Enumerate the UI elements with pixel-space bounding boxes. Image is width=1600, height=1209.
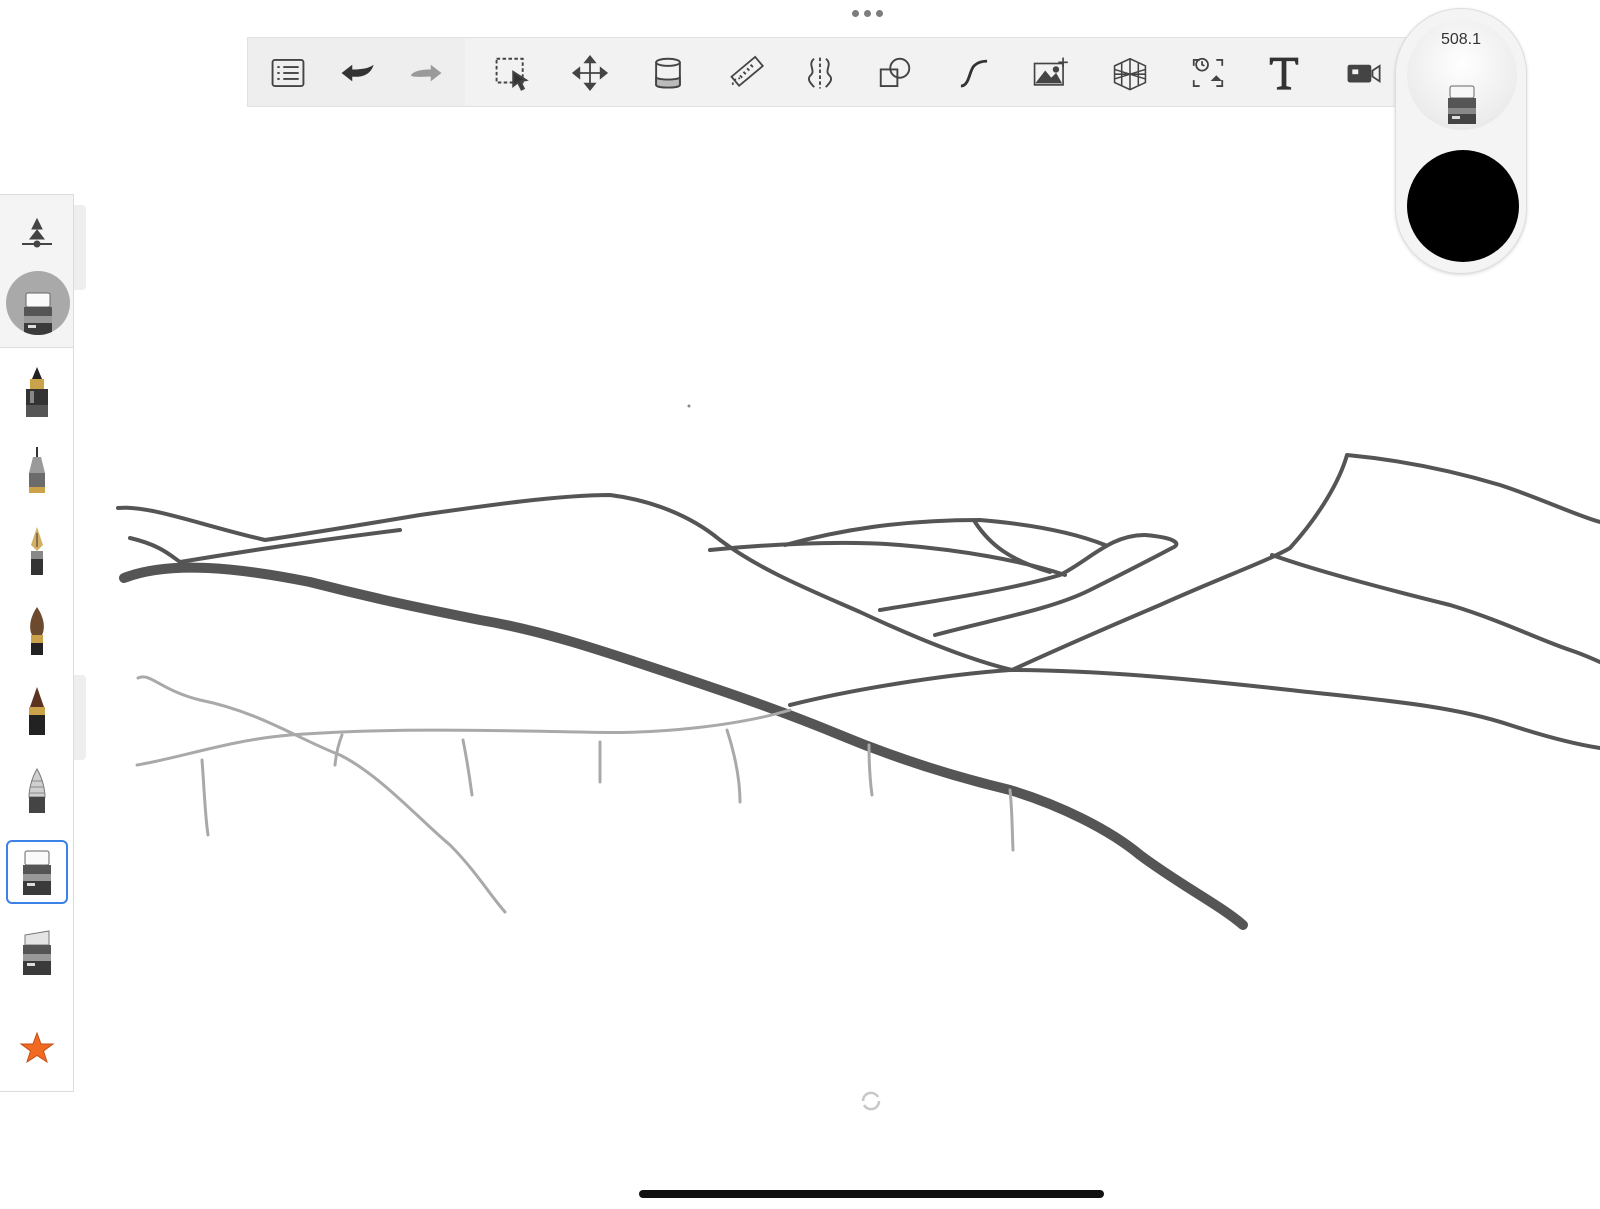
insert-image-button[interactable] (1027, 50, 1073, 96)
fill-bucket-icon (655, 57, 681, 89)
main-toolbar (247, 37, 1413, 107)
current-brush-button[interactable] (6, 271, 70, 335)
stroke-ridge-foreground (878, 533, 1179, 637)
stroke-fence-rail (135, 708, 792, 767)
stroke-mountain-left-2 (128, 528, 402, 564)
brush-settings-area (0, 195, 73, 348)
paint-brush-icon (30, 607, 44, 655)
brush-marker[interactable] (6, 680, 68, 744)
stroke-fence-post-5 (725, 728, 742, 804)
stroke-mountain-right (1010, 453, 1600, 672)
sync-spinner-icon (861, 1091, 881, 1111)
fill-button[interactable] (645, 50, 691, 96)
stroke-ridge-middle (708, 540, 1067, 577)
symmetry-button[interactable] (797, 50, 843, 96)
video-record-button[interactable] (1340, 50, 1386, 96)
stroke-fence-post-7 (1008, 788, 1015, 852)
perspective-guide-icon (1113, 57, 1147, 91)
insert-image-icon (1033, 57, 1068, 86)
text-icon (1269, 57, 1299, 90)
eraser-icon (24, 292, 52, 335)
time-lapse-icon (1192, 57, 1224, 87)
undo-icon (341, 64, 374, 82)
stroke-plain-line (788, 668, 1600, 750)
airbrush-brush-icon (28, 768, 46, 813)
video-record-icon (1347, 64, 1381, 83)
stroke-fence-post-1 (200, 758, 210, 837)
stroke-thick-branch (119, 562, 1248, 930)
eraser-brush-icon (1448, 85, 1476, 124)
curve-icon (960, 59, 988, 88)
brush-eraser[interactable] (6, 840, 68, 904)
stroke-dot (687, 404, 691, 408)
stroke-fence-branch (136, 675, 507, 914)
toolbar-drag-handle[interactable] (852, 10, 883, 17)
brush-size-readout: 508.1 (1440, 31, 1482, 48)
time-lapse-button[interactable] (1185, 50, 1231, 96)
favorites-button[interactable] (6, 1015, 68, 1079)
ruler-button[interactable] (724, 50, 770, 96)
side-panel-tab-bottom[interactable] (74, 675, 86, 760)
shapes-button[interactable] (872, 50, 918, 96)
home-indicator[interactable] (639, 1190, 1104, 1198)
brush-airbrush[interactable] (6, 760, 68, 824)
transform-icon (571, 54, 609, 92)
redo-icon (410, 64, 442, 82)
undo-button[interactable] (334, 50, 380, 96)
fountain-pen-brush-icon (31, 527, 43, 575)
current-color-swatch[interactable] (1407, 150, 1519, 262)
brush-pencil[interactable] (6, 360, 68, 424)
drawing-canvas[interactable] (0, 0, 1600, 1209)
soft-eraser-brush-icon (23, 930, 51, 975)
text-button[interactable] (1261, 50, 1307, 96)
eraser-brush-icon (23, 850, 51, 895)
curve-button[interactable] (951, 50, 997, 96)
brush-soft-eraser[interactable] (6, 920, 68, 984)
brush-fountain-pen[interactable] (6, 520, 68, 584)
brush-palette (0, 194, 74, 1092)
ruler-icon (730, 55, 765, 88)
brush-size-slider-icon[interactable] (20, 217, 54, 249)
stroke-fence-post-2 (333, 733, 344, 767)
selection-button[interactable] (489, 50, 535, 96)
transform-button[interactable] (567, 50, 613, 96)
brush-paint-brush[interactable] (6, 600, 68, 664)
technical-pen-brush-icon (29, 447, 45, 493)
side-panel-tab-top[interactable] (74, 205, 86, 290)
brush-technical-pen[interactable] (6, 440, 68, 504)
color-puck: 508.1 (1395, 8, 1527, 274)
gallery-list-button[interactable] (265, 50, 311, 96)
pencil-brush-icon (26, 367, 48, 417)
symmetry-icon (807, 57, 833, 89)
shapes-icon (879, 57, 911, 88)
stroke-slope-right (1270, 553, 1600, 664)
gallery-list-icon (271, 58, 305, 88)
marker-brush-icon (29, 687, 45, 735)
redo-button[interactable] (403, 50, 449, 96)
stroke-fence-post-3 (461, 738, 474, 797)
stroke-ridge-middle-3 (973, 520, 1052, 574)
selection-icon (495, 57, 529, 91)
star-icon (19, 1031, 55, 1064)
perspective-guide-button[interactable] (1107, 50, 1153, 96)
